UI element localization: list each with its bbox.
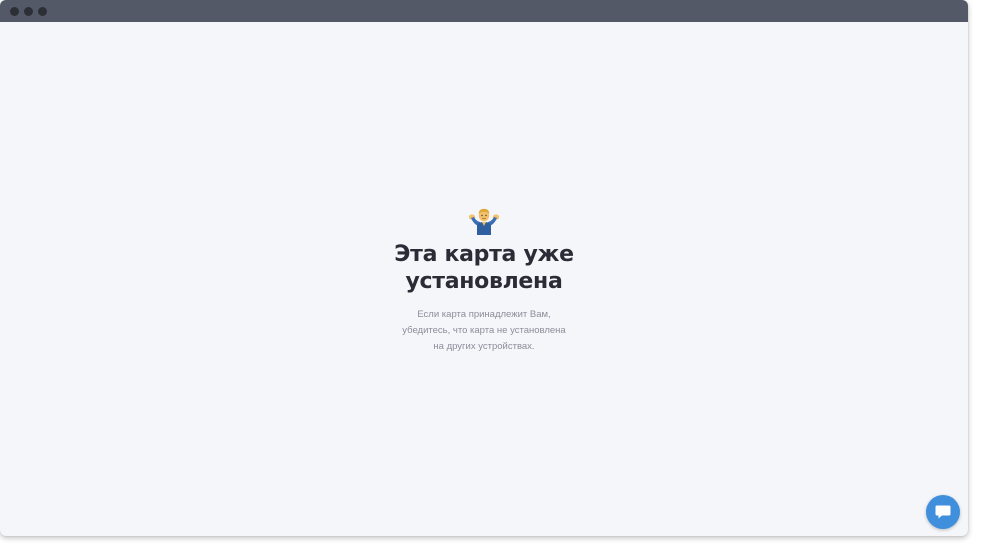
- description-line-1: Если карта принадлежит Вам,: [417, 309, 551, 320]
- window-minimize-dot[interactable]: [24, 6, 33, 16]
- main-content: Эта карта уже установлена Если карта при…: [0, 22, 968, 536]
- window-titlebar: [0, 0, 968, 22]
- person-shrugging-icon: [468, 208, 500, 235]
- window-close-dot[interactable]: [10, 6, 19, 16]
- browser-window: Эта карта уже установлена Если карта при…: [0, 0, 968, 536]
- title-line-1: Эта карта уже: [394, 242, 574, 267]
- description-line-3: на других устройствах.: [433, 341, 535, 352]
- chat-bubble-icon: [935, 505, 951, 519]
- title-line-2: установлена: [405, 269, 563, 294]
- description-line-2: убедитесь, что карта не установлена: [402, 325, 566, 336]
- page-description: Если карта принадлежит Вам, убедитесь, ч…: [354, 307, 614, 355]
- window-maximize-dot[interactable]: [38, 6, 47, 16]
- chat-support-button[interactable]: [926, 495, 960, 529]
- page-title: Эта карта уже установлена: [354, 241, 614, 295]
